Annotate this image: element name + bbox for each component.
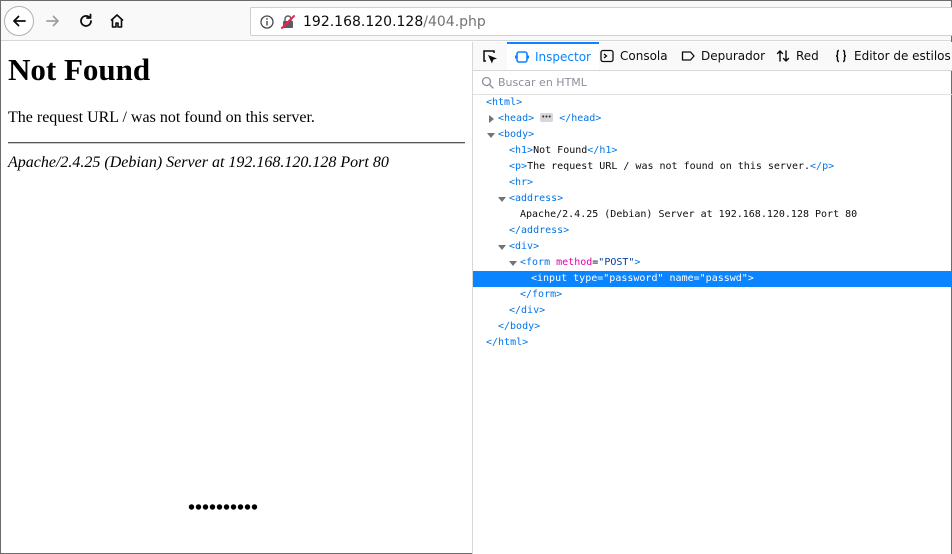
search-icon: [481, 76, 494, 89]
expand-toggle-icon[interactable]: [489, 115, 494, 123]
node-form-close[interactable]: </form>: [473, 287, 952, 303]
page-message: The request URL / was not found on this …: [8, 109, 315, 126]
tab-debugger[interactable]: Depurador: [681, 42, 765, 70]
url-path: /404.php: [423, 13, 486, 30]
page-title: Not Found: [8, 52, 151, 87]
collapse-toggle-icon[interactable]: [487, 133, 495, 138]
tab-style-editor-label: Editor de estilos: [854, 49, 951, 63]
page-content: Not Found The request URL / was not foun…: [1, 42, 472, 554]
browser-toolbar: 192.168.120.128/404.php: [1, 1, 952, 41]
collapse-toggle-icon[interactable]: [498, 245, 506, 250]
node-hr[interactable]: <hr>: [473, 175, 952, 191]
collapsed-ellipsis-icon[interactable]: [540, 109, 554, 125]
node-address-open[interactable]: <address>: [473, 191, 952, 207]
element-picker-icon[interactable]: [481, 48, 499, 66]
node-div-close[interactable]: </div>: [473, 303, 952, 319]
style-editor-icon: [835, 49, 847, 63]
node-div-open[interactable]: <div>: [473, 239, 952, 255]
inspector-icon: [515, 51, 529, 63]
password-input[interactable]: ••••••••••: [186, 497, 286, 519]
tab-network-label: Red: [796, 49, 819, 63]
arrow-right-icon: [46, 15, 59, 27]
tab-debugger-label: Depurador: [701, 49, 766, 63]
node-address-text[interactable]: Apache/2.4.25 (Debian) Server at 192.168…: [473, 207, 952, 223]
tab-inspector-label: Inspector: [535, 50, 591, 64]
page-divider: [8, 142, 465, 144]
node-input-selected[interactable]: <input type="password" name="passwd">: [473, 271, 952, 287]
markup-tree: <html> <head> </head> <body> <h1>Not Fou…: [473, 95, 952, 351]
tab-console-label: Consola: [620, 49, 668, 63]
url-text[interactable]: 192.168.120.128/404.php: [303, 14, 486, 30]
node-head[interactable]: <head> </head>: [473, 109, 952, 127]
forward-button[interactable]: [38, 6, 68, 36]
node-form-open[interactable]: <form method="POST">: [473, 255, 952, 271]
html-search-bar: [473, 71, 952, 95]
home-icon: [110, 14, 124, 28]
console-icon: [600, 49, 614, 63]
node-p[interactable]: <p>The request URL / was not found on th…: [473, 159, 952, 175]
tab-console[interactable]: Consola: [600, 42, 668, 70]
devtools-panel: Inspector Consola Depurador Red Editor d…: [472, 42, 952, 554]
network-icon: [776, 50, 790, 62]
tab-style-editor[interactable]: Editor de estilos: [834, 42, 951, 70]
html-search-input[interactable]: [498, 76, 938, 89]
collapse-toggle-icon[interactable]: [509, 261, 517, 266]
debugger-icon: [681, 51, 695, 61]
info-icon[interactable]: [260, 14, 274, 29]
node-address-close[interactable]: </address>: [473, 223, 952, 239]
insecure-lock-icon[interactable]: [280, 14, 296, 30]
tab-inspector[interactable]: Inspector: [507, 42, 599, 70]
node-h1[interactable]: <h1>Not Found</h1>: [473, 143, 952, 159]
server-address: Apache/2.4.25 (Debian) Server at 192.168…: [8, 154, 389, 171]
home-button[interactable]: [102, 6, 132, 36]
node-body-open[interactable]: <body>: [473, 127, 952, 143]
devtools-tabs: Inspector Consola Depurador Red Editor d…: [473, 42, 952, 71]
arrow-left-icon: [13, 15, 26, 27]
node-html-close[interactable]: </html>: [473, 335, 952, 351]
tab-network[interactable]: Red: [776, 42, 819, 70]
node-body-close[interactable]: </body>: [473, 319, 952, 335]
collapse-toggle-icon[interactable]: [498, 197, 506, 202]
reload-button[interactable]: [71, 6, 101, 36]
url-bar[interactable]: 192.168.120.128/404.php: [250, 7, 952, 36]
reload-icon: [80, 13, 92, 27]
url-host: 192.168.120.128: [303, 13, 424, 30]
back-button[interactable]: [4, 6, 34, 36]
